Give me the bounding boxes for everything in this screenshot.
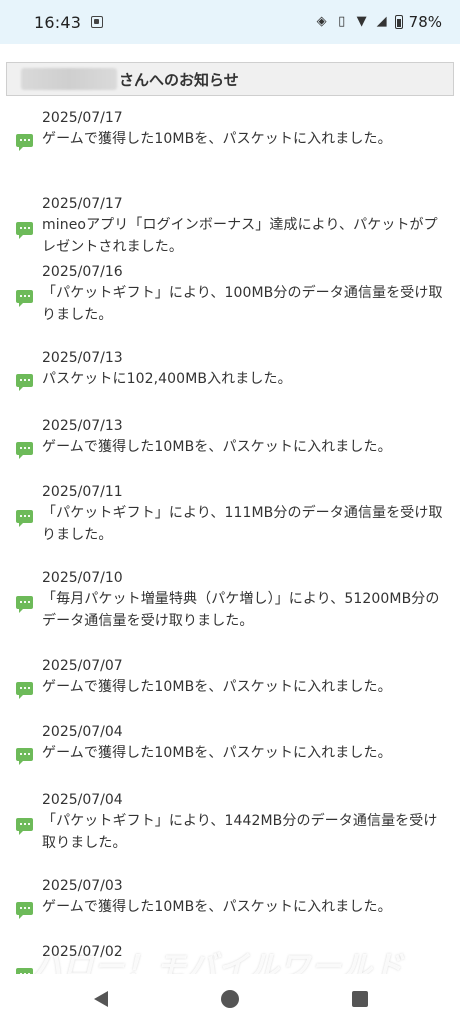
notice-date: 2025/07/04 — [42, 724, 123, 740]
battery-icon — [394, 15, 403, 29]
notice-message-line: ゲームで獲得した10MBを、パスケットに入れました。 — [42, 899, 392, 915]
notice-message-line: ゲームで獲得した10MBを、パスケットに入れました。 — [42, 439, 392, 455]
message-icon — [16, 134, 33, 151]
notice-message-line: 「パケットギフト」により、1442MB分のデータ通信量を受け — [42, 813, 438, 829]
notice-date: 2025/07/13 — [42, 418, 123, 434]
notice-message-line: パスケットに102,400MB入れました。 — [42, 371, 292, 387]
message-icon — [16, 902, 33, 919]
notice-date: 2025/07/17 — [42, 196, 123, 212]
message-icon — [16, 290, 33, 307]
notice-date: 2025/07/02 — [42, 944, 123, 960]
notice-item[interactable]: 2025/07/07 ゲームで獲得した10MBを、パスケットに入れました。 — [0, 656, 460, 699]
notice-message-line: ゲームで獲得した10MBを、パスケットに入れました。 — [42, 679, 392, 695]
notice-item[interactable]: 2025/07/11 「パケットギフト」により、111MB分のデータ通信量を受け取… — [0, 482, 460, 546]
notice-message-line: 「パケットギフト」により、100MB分のデータ通信量を受け取 — [42, 285, 443, 301]
message-icon — [16, 818, 33, 835]
signal-icon: ◢ — [376, 14, 387, 29]
navigation-bar — [0, 974, 460, 1024]
notice-date: 2025/07/07 — [42, 658, 123, 674]
notice-item[interactable]: 2025/07/17 mineoアプリ「ログインボーナス」達成により、パケットがプ… — [0, 194, 460, 258]
vibrate-icon: ▯ — [338, 14, 346, 29]
notice-item[interactable]: 2025/07/13 パスケットに102,400MB入れました。 — [0, 348, 460, 391]
notice-date: 2025/07/04 — [42, 792, 123, 808]
message-icon — [16, 222, 33, 239]
notice-message-line: 「パケットギフト」により、111MB分のデータ通信量を受け取 — [42, 505, 443, 521]
message-icon — [16, 682, 33, 699]
wifi-icon: ▼ — [356, 14, 367, 29]
recents-button[interactable] — [352, 991, 368, 1007]
notice-item[interactable]: 2025/07/02 — [0, 942, 460, 974]
battery-percent: 78% — [408, 13, 442, 31]
message-icon — [16, 748, 33, 765]
notice-message-line: ゲームで獲得した10MBを、パスケットに入れました。 — [42, 131, 392, 147]
notice-item[interactable]: 2025/07/04 「パケットギフト」により、1442MB分のデータ通信量を受け… — [0, 790, 460, 854]
message-icon — [16, 510, 33, 527]
notice-date: 2025/07/16 — [42, 264, 123, 280]
message-icon — [16, 442, 33, 459]
notice-message-line: レゼントされました。 — [42, 239, 183, 255]
notice-message-line: データ通信量を受け取りました。 — [42, 613, 254, 629]
notice-message-line: りました。 — [42, 307, 113, 323]
notice-message-line: りました。 — [42, 527, 113, 543]
redacted-username — [21, 68, 117, 90]
notices-header: さんへのお知らせ — [6, 62, 454, 96]
notice-item[interactable]: 2025/07/16 「パケットギフト」により、100MB分のデータ通信量を受け取… — [0, 262, 460, 326]
page-title: さんへのお知らせ — [119, 70, 239, 89]
notice-date: 2025/07/11 — [42, 484, 123, 500]
screenshot-notification-icon — [91, 16, 104, 28]
notice-item[interactable]: 2025/07/10 「毎月パケット増量特典（パケ増し）」により、51200MB分… — [0, 568, 460, 632]
notice-item[interactable]: 2025/07/13 ゲームで獲得した10MBを、パスケットに入れました。 — [0, 416, 460, 459]
message-icon — [16, 374, 33, 391]
notice-message-line: ゲームで獲得した10MBを、パスケットに入れました。 — [42, 745, 392, 761]
notice-date: 2025/07/03 — [42, 878, 123, 894]
back-button[interactable] — [94, 991, 108, 1007]
notice-date: 2025/07/10 — [42, 570, 123, 586]
notice-item[interactable]: 2025/07/03 ゲームで獲得した10MBを、パスケットに入れました。 — [0, 876, 460, 919]
notice-message-line: 「毎月パケット増量特典（パケ増し）」により、51200MB分の — [42, 591, 440, 607]
notice-item[interactable]: 2025/07/17 ゲームで獲得した10MBを、パスケットに入れました。 — [0, 108, 460, 151]
status-icons: ◈ ▯ ▼ ◢ 78% — [315, 13, 442, 31]
message-icon — [16, 596, 33, 613]
notice-message-line: 取りました。 — [42, 835, 127, 851]
notice-date: 2025/07/17 — [42, 110, 123, 126]
notice-item[interactable]: 2025/07/04 ゲームで獲得した10MBを、パスケットに入れました。 — [0, 722, 460, 765]
notice-message-line: mineoアプリ「ログインボーナス」達成により、パケットがプ — [42, 217, 438, 233]
notice-list: 2025/07/17 ゲームで獲得した10MBを、パスケットに入れました。 2025… — [0, 96, 460, 974]
status-time: 16:43 — [34, 12, 82, 32]
nfc-icon: ◈ — [316, 14, 327, 29]
notice-date: 2025/07/13 — [42, 350, 123, 366]
status-bar: 16:43 ◈ ▯ ▼ ◢ 78% — [0, 0, 460, 44]
home-button[interactable] — [221, 990, 239, 1008]
